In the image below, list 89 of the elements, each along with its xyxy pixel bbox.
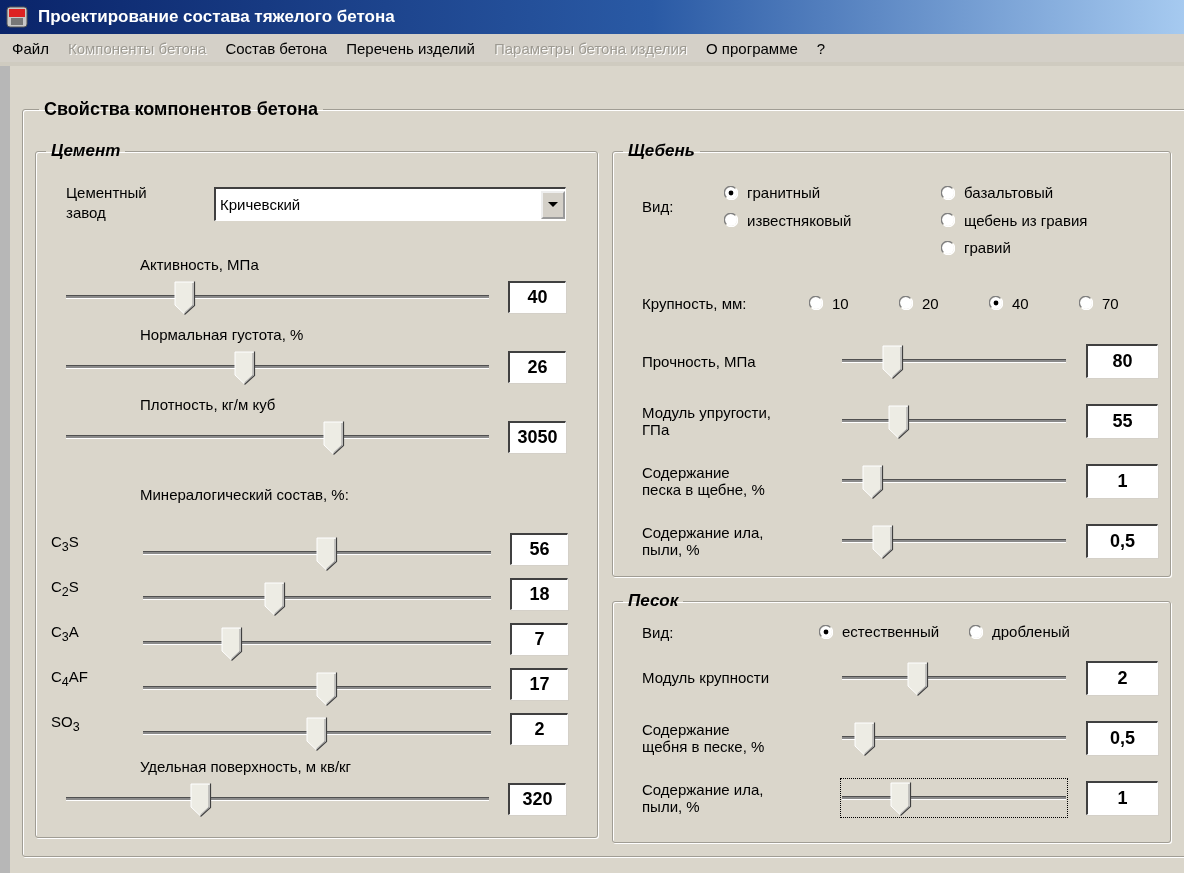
- slider-thumb[interactable]: [263, 582, 286, 616]
- radio-button[interactable]: [899, 296, 913, 310]
- slider-thumb[interactable]: [882, 345, 905, 379]
- dropdown-button[interactable]: [541, 190, 565, 219]
- field-label: Крупность, мм:: [642, 295, 748, 313]
- slider-thumb[interactable]: [315, 672, 338, 706]
- radio-button[interactable]: [809, 296, 823, 310]
- radio-label[interactable]: известняковый: [747, 211, 852, 229]
- group-title: Песок: [627, 591, 680, 611]
- radio-label[interactable]: 20: [922, 294, 939, 312]
- value-field[interactable]: 1: [1086, 464, 1158, 498]
- dropdown[interactable]: Кричевский: [214, 187, 566, 221]
- slider-thumb[interactable]: [234, 351, 257, 385]
- slider-thumb[interactable]: [306, 717, 328, 751]
- radio-button[interactable]: [819, 624, 833, 639]
- radio-button[interactable]: [724, 213, 738, 227]
- slider-label: Плотность, кг/м куб: [140, 395, 276, 415]
- menu-item[interactable]: Файл: [12, 39, 49, 57]
- radio-label[interactable]: базальтовый: [964, 184, 1054, 201]
- radio-button[interactable]: [941, 213, 955, 227]
- radio-button[interactable]: [969, 624, 983, 639]
- value-field[interactable]: 2: [510, 713, 568, 745]
- radio-button[interactable]: [1079, 296, 1093, 310]
- slider-thumb[interactable]: [315, 537, 338, 571]
- slider-thumb[interactable]: [872, 525, 895, 559]
- slider-thumb[interactable]: [854, 721, 877, 756]
- radio-label[interactable]: 10: [832, 294, 849, 312]
- slider-label: Прочность, МПа: [642, 352, 757, 370]
- slider-label: Активность, МПа: [140, 255, 259, 275]
- value-field[interactable]: 26: [508, 351, 566, 383]
- slider-label: Содержание ила, пыли, %: [642, 524, 765, 558]
- field-label: Вид:: [642, 623, 675, 641]
- value-field[interactable]: 55: [1086, 404, 1158, 438]
- group-title: Цемент: [50, 141, 122, 161]
- slider-thumb[interactable]: [862, 465, 885, 499]
- window-title: Проектирование состава тяжелого бетона: [38, 7, 395, 27]
- slider-thumb[interactable]: [890, 781, 913, 816]
- value-field[interactable]: 7: [510, 623, 568, 655]
- slider-thumb[interactable]: [322, 421, 345, 455]
- slider-thumb[interactable]: [190, 783, 213, 817]
- menu-item[interactable]: Состав бетона: [225, 39, 328, 57]
- section-label: Минералогический состав, %:: [140, 485, 349, 505]
- value-field[interactable]: 18: [510, 578, 568, 610]
- slider-label: SO$_{3}$: [51, 713, 81, 736]
- slider-label: Содержание щебня в песке, %: [642, 720, 766, 755]
- slider-label: C$_{3}$S: [51, 533, 80, 556]
- value-field[interactable]: 40: [508, 281, 566, 313]
- value-field[interactable]: 1: [1086, 780, 1158, 815]
- slider-thumb[interactable]: [888, 405, 911, 439]
- value-field[interactable]: 320: [508, 783, 566, 815]
- slider-label: Нормальная густота, %: [140, 325, 304, 345]
- radio-label[interactable]: гравий: [964, 239, 1011, 256]
- app-icon: [6, 6, 28, 28]
- radio-button[interactable]: [941, 185, 955, 200]
- value-field[interactable]: 56: [510, 533, 568, 565]
- slider-thumb[interactable]: [174, 281, 197, 315]
- value-field[interactable]: 80: [1086, 344, 1158, 378]
- slider-label: Содержание песка в щебне, %: [642, 464, 766, 498]
- radio-label[interactable]: гранитный: [747, 184, 821, 201]
- slider-thumb[interactable]: [906, 661, 929, 696]
- slider-label: C$_{4}$AF: [51, 668, 89, 691]
- field-label: Цементный завод: [66, 183, 148, 223]
- value-field[interactable]: 17: [510, 668, 568, 700]
- radio-label[interactable]: щебень из гравия: [964, 211, 1088, 229]
- slider-label: Модуль крупности: [642, 669, 771, 686]
- value-field[interactable]: 3050: [508, 421, 566, 453]
- radio-button[interactable]: [724, 185, 738, 200]
- group-title: Свойства компонентов бетона: [43, 99, 319, 120]
- field-label: Вид:: [642, 198, 675, 215]
- radio-label[interactable]: дробленый: [992, 623, 1070, 640]
- menu-item[interactable]: ?: [816, 39, 826, 57]
- slider-label: Содержание ила, пыли, %: [642, 780, 765, 815]
- slider-label: C$_{3}$A: [51, 623, 80, 646]
- slider-thumb[interactable]: [221, 627, 244, 661]
- group-title: Щебень: [627, 141, 696, 161]
- caret-icon: [548, 201, 558, 208]
- radio-label[interactable]: 40: [1012, 294, 1029, 312]
- value-field[interactable]: 0,5: [1086, 720, 1158, 755]
- value-field[interactable]: 2: [1086, 660, 1158, 695]
- radio-label[interactable]: 70: [1102, 294, 1119, 312]
- value-field[interactable]: 0,5: [1086, 524, 1158, 558]
- menu-item[interactable]: О программе: [706, 39, 798, 57]
- slider-label: Модуль упругости, ГПа: [642, 404, 773, 438]
- slider-label: Удельная поверхность, м кв/кг: [140, 757, 352, 777]
- slider-label: C$_{2}$S: [51, 578, 80, 601]
- radio-label[interactable]: естественный: [842, 623, 940, 640]
- radio-button[interactable]: [941, 240, 955, 255]
- radio-button[interactable]: [989, 296, 1003, 310]
- menu-item[interactable]: Перечень изделий: [346, 39, 475, 57]
